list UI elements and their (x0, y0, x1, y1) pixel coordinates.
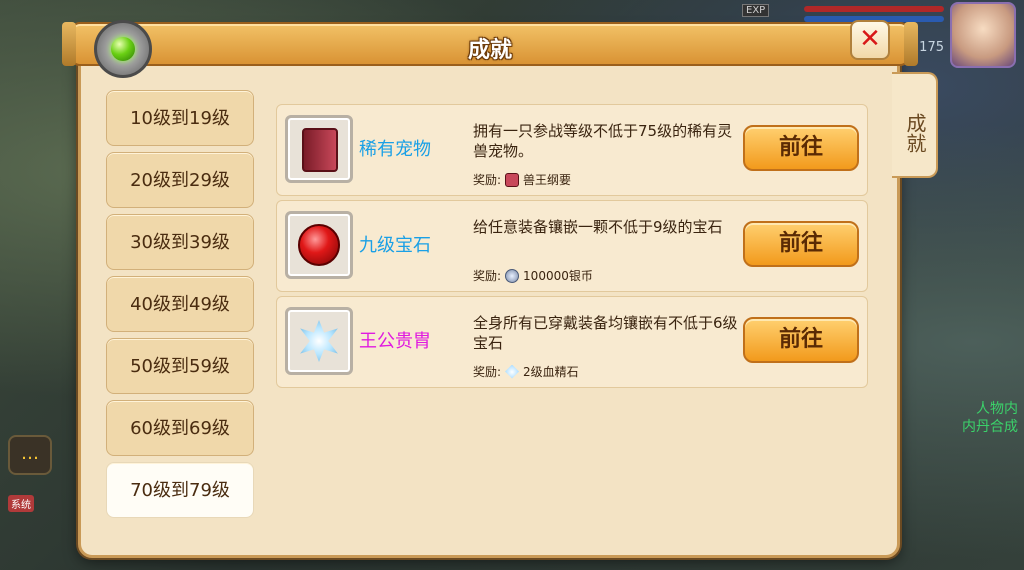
chat-bubble-icon[interactable]: … (8, 435, 52, 475)
reward-text: 兽王纲要 (523, 173, 572, 187)
achievement-name: 王公贵胄 (359, 331, 431, 352)
level-range-list: 10级到19级 20级到29级 30级到39级 40级到49级 50级到59级 … (106, 90, 254, 518)
blood-crystal-icon (505, 364, 520, 379)
achievement-reward: 奖励: 100000银币 (473, 267, 593, 284)
go-button[interactable]: 前往 (743, 125, 859, 171)
player-avatar[interactable] (950, 2, 1016, 68)
level-range-10-19[interactable]: 10级到19级 (106, 90, 254, 146)
right-pillar-ornament (904, 22, 918, 66)
achievement-reward: 奖励: 2级血精石 (473, 363, 579, 380)
level-range-50-59[interactable]: 50级到59级 (106, 338, 254, 394)
achievement-row: 九级宝石 给任意装备镶嵌一颗不低于9级的宝石 奖励: 100000银币 前往 (276, 200, 868, 292)
go-button[interactable]: 前往 (743, 317, 859, 363)
reward-label: 奖励: (473, 269, 502, 283)
level-range-20-29[interactable]: 20级到29级 (106, 152, 254, 208)
achievement-description: 全身所有已穿戴装备均镶嵌有不低于6级宝石 (473, 314, 738, 352)
left-pillar-ornament (62, 22, 76, 66)
level-range-70-79[interactable]: 70级到79级 (106, 462, 254, 518)
side-hint-text-2: 内丹合成 (962, 419, 1018, 435)
go-button[interactable]: 前往 (743, 221, 859, 267)
level-range-40-49[interactable]: 40级到49级 (106, 276, 254, 332)
ruby-gem-icon (285, 211, 353, 279)
close-button[interactable]: ✕ (850, 20, 890, 60)
achievement-name: 稀有宠物 (359, 139, 431, 160)
level-range-60-69[interactable]: 60级到69级 (106, 400, 254, 456)
achievement-description: 给任意装备镶嵌一颗不低于9级的宝石 (473, 218, 723, 236)
pet-book-icon (285, 115, 353, 183)
hp-bar (804, 6, 944, 12)
achievement-description: 拥有一只参战等级不低于75级的稀有灵兽宠物。 (473, 122, 733, 160)
book-icon (505, 172, 520, 187)
achievement-row: 王公贵胄 全身所有已穿戴装备均镶嵌有不低于6级宝石 奖励: 2级血精石 前往 (276, 296, 868, 388)
achievement-reward: 奖励: 兽王纲要 (473, 171, 571, 188)
reward-label: 奖励: (473, 365, 502, 379)
system-tag: 系统 (8, 495, 34, 512)
reward-label: 奖励: (473, 173, 502, 187)
player-level: 175 (919, 40, 944, 55)
ice-crystal-icon (285, 307, 353, 375)
panel-title-bar: 成就 (70, 22, 910, 66)
tab-achievement[interactable]: 成就 (892, 72, 938, 178)
level-range-30-39[interactable]: 30级到39级 (106, 214, 254, 270)
side-hint-text-1: 人物内 (976, 401, 1018, 417)
green-gem-emblem-icon (94, 20, 152, 78)
achievement-row: 稀有宠物 拥有一只参战等级不低于75级的稀有灵兽宠物。 奖励: 兽王纲要 前往 (276, 104, 868, 196)
achievement-list: 稀有宠物 拥有一只参战等级不低于75级的稀有灵兽宠物。 奖励: 兽王纲要 前往 … (276, 104, 868, 388)
panel-title: 成就 (467, 38, 512, 63)
achievement-name: 九级宝石 (359, 235, 431, 256)
silver-coin-icon (505, 268, 520, 283)
reward-text: 100000银币 (523, 269, 593, 283)
exp-tag: EXP (742, 4, 770, 17)
reward-text: 2级血精石 (523, 365, 579, 379)
